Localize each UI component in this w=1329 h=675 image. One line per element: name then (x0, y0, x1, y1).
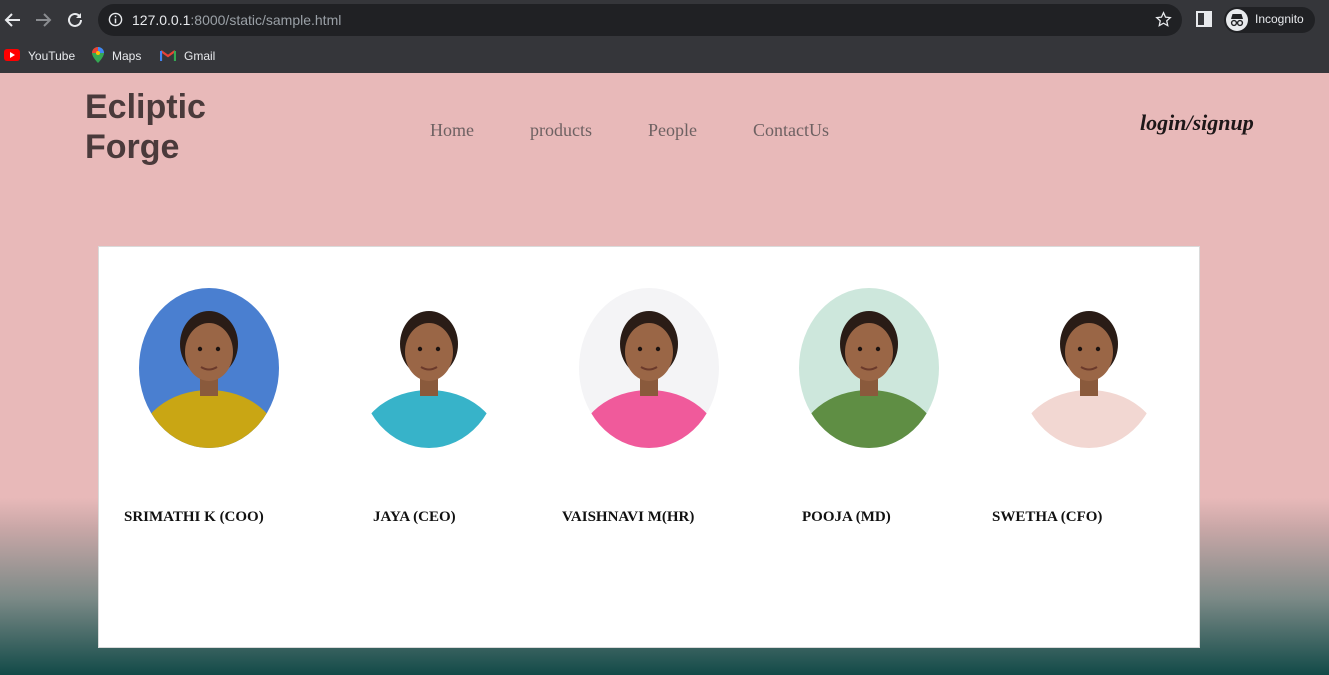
bookmarks-bar: YouTube Maps Gmail (0, 40, 1329, 73)
forward-arrow-icon[interactable] (32, 9, 54, 31)
site-logo[interactable]: Ecliptic Forge (85, 87, 255, 167)
brand-line-1: Ecliptic (85, 88, 206, 126)
person-name: SRIMATHI K (COO) (124, 509, 264, 525)
person-photo (359, 288, 499, 448)
bookmark-youtube[interactable]: YouTube (4, 47, 75, 65)
person-name: VAISHNAVI M(HR) (562, 509, 695, 525)
person-name: SWETHA (CFO) (992, 509, 1103, 525)
login-signup-link[interactable]: login/signup (1140, 110, 1254, 136)
side-panel-icon[interactable] (1196, 11, 1212, 32)
address-bar[interactable]: 127.0.0.1:8000/static/sample.html (98, 4, 1182, 36)
person-photo (1019, 288, 1159, 448)
bookmark-star-icon[interactable] (1155, 11, 1172, 33)
nav-home[interactable]: Home (430, 120, 474, 141)
maps-icon (92, 46, 104, 66)
nav-contactus[interactable]: ContactUs (753, 120, 829, 141)
bookmark-gmail[interactable]: Gmail (159, 47, 216, 65)
back-arrow-icon[interactable] (2, 9, 24, 31)
person-photo (579, 288, 719, 448)
brand-line-2: Forge (85, 128, 180, 166)
people-card: SRIMATHI K (COO) JAYA (CEO) VAISHNAVI M(… (98, 246, 1200, 648)
web-page: Ecliptic Forge Home products People Cont… (0, 73, 1329, 675)
bookmark-label: YouTube (28, 49, 76, 63)
nav-people[interactable]: People (648, 120, 697, 141)
person-name: JAYA (CEO) (373, 509, 456, 525)
youtube-icon (4, 48, 20, 64)
person-name: POOJA (MD) (802, 509, 891, 525)
browser-toolbar: 127.0.0.1:8000/static/sample.html Incogn… (0, 0, 1329, 40)
person-photo (139, 288, 279, 448)
browser-chrome: 127.0.0.1:8000/static/sample.html Incogn… (0, 0, 1329, 73)
url-text: 127.0.0.1:8000/static/sample.html (132, 12, 342, 28)
site-info-icon[interactable] (108, 12, 123, 32)
incognito-icon (1226, 9, 1248, 31)
reload-icon[interactable] (64, 9, 86, 31)
person-photo (799, 288, 939, 448)
incognito-badge[interactable]: Incognito (1224, 7, 1315, 33)
bookmark-label: Gmail (184, 49, 216, 63)
nav-products[interactable]: products (530, 120, 592, 141)
bookmark-maps[interactable]: Maps (92, 46, 142, 66)
bookmark-label: Maps (112, 49, 142, 63)
gmail-icon (159, 49, 177, 64)
incognito-label: Incognito (1255, 12, 1304, 26)
